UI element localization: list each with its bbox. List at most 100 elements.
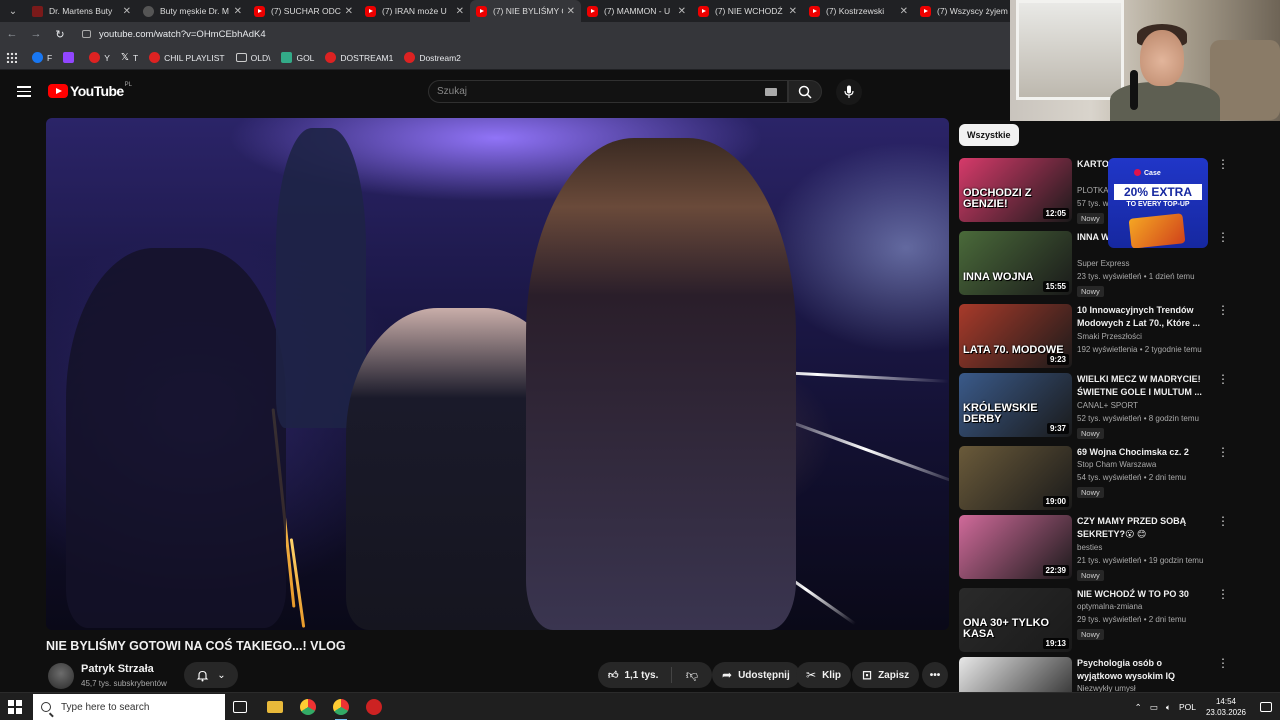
recommended-video-title[interactable]: 69 Wojna Chocimska cz. 2 bbox=[1077, 446, 1207, 459]
recommended-video[interactable]: LATA 70. MODOWE 9:23 10 Innowacyjnych Tren… bbox=[959, 304, 1234, 369]
recommended-video[interactable]: 22:39 CZY MAMY PRZED SOBĄ SEKRETY?😮 😊 best… bbox=[959, 515, 1234, 581]
obs-icon[interactable] bbox=[366, 699, 382, 715]
recommended-video[interactable]: ONA 30+ TYLKO KASA 19:13 NIE WCHODŹ W TO P… bbox=[959, 588, 1234, 653]
task-view-icon[interactable] bbox=[233, 701, 247, 713]
bookmark-x[interactable]: 𝕏T bbox=[121, 52, 138, 63]
search-input[interactable]: Szukaj bbox=[428, 80, 788, 103]
video-thumbnail[interactable]: LATA 70. MODOWE 9:23 bbox=[959, 304, 1072, 368]
more-vertical-icon[interactable]: ⋮ bbox=[1217, 304, 1229, 317]
forward-icon[interactable]: → bbox=[24, 28, 48, 40]
video-player[interactable] bbox=[46, 118, 949, 630]
youtube-logo[interactable]: YouTube PL bbox=[48, 82, 132, 99]
tab-search-button[interactable]: ⌄ bbox=[0, 0, 26, 22]
video-thumbnail[interactable]: INNA WOJNA 15:55 bbox=[959, 231, 1072, 295]
video-thumbnail[interactable]: ONA 30+ TYLKO KASA 19:13 bbox=[959, 588, 1072, 652]
standing-person bbox=[276, 128, 366, 428]
video-thumbnail[interactable]: ODCHODZI Z GENZIE! 12:05 bbox=[959, 158, 1072, 222]
close-tab-icon[interactable]: ✕ bbox=[789, 6, 797, 17]
browser-tab[interactable]: Dr. Martens Buty ✕ bbox=[26, 0, 137, 22]
chrome-icon[interactable] bbox=[333, 699, 349, 720]
search-button[interactable] bbox=[788, 80, 822, 103]
recommended-channel-name[interactable]: Smaki Przeszłości bbox=[1077, 332, 1142, 341]
filter-chip-all[interactable]: Wszystkie bbox=[959, 124, 1019, 146]
reload-icon[interactable]: ↻ bbox=[48, 28, 72, 41]
recommended-video-title[interactable]: NIE WCHODŹ W TO PO 30 bbox=[1077, 588, 1207, 601]
more-vertical-icon[interactable]: ⋮ bbox=[1217, 588, 1229, 601]
close-tab-icon[interactable]: ✕ bbox=[900, 6, 908, 17]
recommended-video[interactable]: KRÓLEWSKIE DERBY 9:37 WIELKI MECZ W MADRYC… bbox=[959, 373, 1234, 439]
browser-tab[interactable]: (7) MAMMON - U ✕ bbox=[581, 0, 692, 22]
close-tab-icon[interactable]: ✕ bbox=[234, 6, 242, 17]
video-thumbnail[interactable]: KRÓLEWSKIE DERBY 9:37 bbox=[959, 373, 1072, 437]
bookmark-facebook[interactable]: F bbox=[32, 52, 52, 63]
close-tab-icon[interactable]: ✕ bbox=[678, 6, 686, 17]
close-tab-icon[interactable]: ✕ bbox=[345, 6, 353, 17]
close-tab-icon[interactable]: ✕ bbox=[123, 6, 131, 17]
video-thumbnail[interactable]: 22:39 bbox=[959, 515, 1072, 579]
recommended-channel-name[interactable]: Stop Cham Warszawa bbox=[1077, 460, 1156, 469]
windows-start-icon[interactable] bbox=[8, 700, 22, 714]
more-vertical-icon[interactable]: ⋮ bbox=[1217, 657, 1229, 670]
taskbar-search-input[interactable]: Type here to search bbox=[33, 694, 225, 720]
close-tab-icon[interactable]: ✕ bbox=[567, 6, 575, 17]
recommended-channel-name[interactable]: PLOTKA bbox=[1077, 186, 1109, 195]
browser-tab[interactable]: (7) NIE WCHODŹ ✕ bbox=[692, 0, 803, 22]
chevron-up-icon[interactable]: ⌃ bbox=[1135, 702, 1142, 713]
browser-tab[interactable]: (7) IRAN może U ✕ bbox=[359, 0, 470, 22]
chrome-icon[interactable] bbox=[300, 699, 316, 715]
bookmark-dostream1[interactable]: DOSTREAM1 bbox=[325, 52, 393, 63]
recommended-channel-name[interactable]: optymalna-zmiana bbox=[1077, 602, 1142, 611]
bookmark-chill-playlist[interactable]: CHIL PLAYLIST bbox=[149, 52, 225, 63]
bookmark-folder-old[interactable]: OLD\ bbox=[235, 53, 270, 63]
language-indicator[interactable]: POL bbox=[1179, 702, 1196, 712]
clock[interactable]: 14:54 23.03.2026 bbox=[1206, 696, 1246, 718]
more-vertical-icon[interactable]: ⋮ bbox=[1217, 373, 1229, 386]
browser-tab[interactable]: (7) Wszyscy żyjem bbox=[914, 0, 1025, 22]
more-vertical-icon[interactable]: ⋮ bbox=[1217, 231, 1229, 244]
back-icon[interactable]: ← bbox=[0, 28, 24, 40]
bookmark-twitch[interactable] bbox=[63, 52, 78, 63]
save-button[interactable]: ⊡ Zapisz bbox=[852, 662, 920, 688]
browser-tab[interactable]: (7) SUCHAR ODC ✕ bbox=[248, 0, 359, 22]
browser-tab[interactable]: (7) Kostrzewski ✕ bbox=[803, 0, 914, 22]
notifications-icon[interactable] bbox=[1260, 702, 1272, 712]
channel-avatar[interactable] bbox=[48, 663, 74, 689]
file-explorer-icon[interactable] bbox=[267, 701, 283, 713]
share-button[interactable]: ➦ Udostępnij bbox=[712, 662, 800, 688]
channel-name[interactable]: Patryk Strzała bbox=[81, 663, 154, 675]
recommended-video-title[interactable]: Psychologia osób o wyjątkowo wysokim IQ bbox=[1077, 657, 1207, 683]
more-vertical-icon[interactable]: ⋮ bbox=[1217, 446, 1229, 459]
more-vertical-icon[interactable]: ⋮ bbox=[1217, 158, 1229, 171]
ad-banner[interactable]: Case 20% EXTRA TO EVERY TOP-UP bbox=[1108, 158, 1208, 248]
clip-button[interactable]: ✂ Klip bbox=[796, 662, 851, 688]
close-tab-icon[interactable]: ✕ bbox=[456, 6, 464, 17]
dislike-button[interactable]: 👎︎ bbox=[672, 668, 712, 683]
browser-tab[interactable]: Buty męskie Dr. M ✕ bbox=[137, 0, 248, 22]
keyboard-icon[interactable] bbox=[765, 88, 777, 96]
recommended-video[interactable]: 19:00 69 Wojna Chocimska cz. 2 Stop Cham W… bbox=[959, 446, 1234, 511]
volume-icon[interactable]: 🔈︎ bbox=[1166, 702, 1171, 713]
menu-icon[interactable] bbox=[17, 86, 31, 97]
recommended-channel-name[interactable]: Super Express bbox=[1077, 259, 1129, 268]
recommended-video-title[interactable]: 10 Innowacyjnych Trendów Modowych z Lat … bbox=[1077, 304, 1207, 330]
url-field[interactable]: youtube.com/watch?v=OHmCEbhAdK4 bbox=[82, 29, 266, 40]
site-info-icon[interactable] bbox=[82, 30, 91, 38]
more-actions-button[interactable]: ••• bbox=[922, 662, 948, 688]
network-icon[interactable]: ▭ bbox=[1150, 702, 1158, 713]
more-vertical-icon[interactable]: ⋮ bbox=[1217, 515, 1229, 528]
voice-search-button[interactable] bbox=[836, 79, 862, 105]
apps-button[interactable] bbox=[6, 52, 21, 63]
bookmark-gol[interactable]: GOL bbox=[281, 52, 314, 63]
bookmark-youtube[interactable]: Y bbox=[89, 52, 110, 63]
browser-tab-active[interactable]: (7) NIE BYLIŚMY G ✕ bbox=[470, 0, 581, 22]
bookmark-dostream2[interactable]: Dostream2 bbox=[404, 52, 461, 63]
recommended-channel-name[interactable]: besties bbox=[1077, 543, 1102, 552]
subscribed-bell-button[interactable]: ⌄ bbox=[184, 662, 238, 688]
recommended-video-title[interactable]: WIELKI MECZ W MADRYCIE! ŚWIETNE GOLE I M… bbox=[1077, 373, 1207, 399]
like-button[interactable]: 👍︎ 1,1 tys. bbox=[598, 667, 672, 683]
recommended-video-title[interactable]: CZY MAMY PRZED SOBĄ SEKRETY?😮 😊 bbox=[1077, 515, 1207, 541]
recommended-video[interactable]: Psychologia osób o wyjątkowo wysokim IQ N… bbox=[959, 657, 1234, 720]
bell-icon bbox=[196, 670, 209, 681]
video-thumbnail[interactable]: 19:00 bbox=[959, 446, 1072, 510]
recommended-channel-name[interactable]: CANAL+ SPORT bbox=[1077, 401, 1138, 410]
